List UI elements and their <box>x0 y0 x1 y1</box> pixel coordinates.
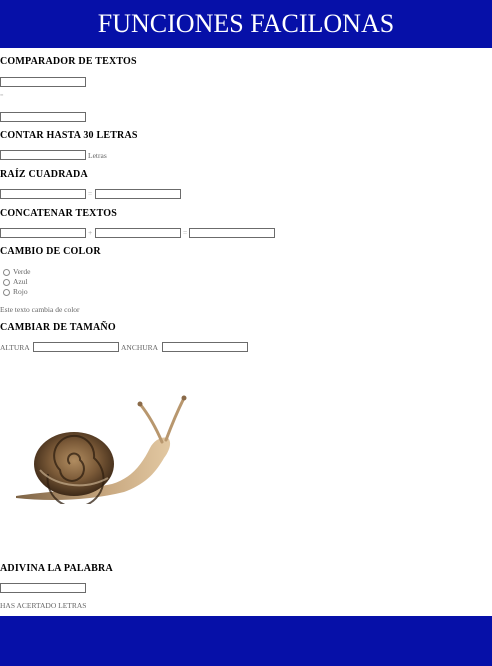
comparador-input-2[interactable] <box>0 112 86 122</box>
adivina-input[interactable] <box>0 583 86 593</box>
adivina-heading: ADIVINA LA PALABRA <box>0 563 113 574</box>
radio-icon[interactable] <box>3 288 10 296</box>
color-option-rojo[interactable]: Rojo <box>3 287 31 297</box>
contar-input[interactable] <box>0 150 86 160</box>
color-sample-text: Este texto cambia de color <box>0 305 80 314</box>
page-title: FUNCIONES FACILONAS <box>97 9 395 38</box>
comparador-input-1[interactable] <box>0 77 86 87</box>
contar-suffix: Letras <box>88 151 107 160</box>
page-footer <box>0 616 492 666</box>
radio-icon[interactable] <box>3 268 10 276</box>
raiz-input[interactable] <box>0 189 86 199</box>
tamano-heading: CAMBIAR DE TAMAÑO <box>0 322 116 333</box>
concatenar-input-2[interactable] <box>95 228 181 238</box>
raiz-equals: = <box>88 189 93 198</box>
concatenar-result[interactable] <box>189 228 275 238</box>
color-heading: CAMBIO DE COLOR <box>0 246 101 257</box>
comparador-separator: = <box>0 93 4 99</box>
adivina-result: HAS ACERTADO LETRAS <box>0 601 87 610</box>
color-option-azul[interactable]: Azul <box>3 277 31 287</box>
tamano-width-input[interactable] <box>162 342 248 352</box>
concatenar-equals: = <box>183 228 188 237</box>
page-header: FUNCIONES FACILONAS <box>0 0 492 48</box>
contar-heading: CONTAR HASTA 30 LETRAS <box>0 130 138 141</box>
raiz-heading: RAÍZ CUADRADA <box>0 169 88 180</box>
raiz-result[interactable] <box>95 189 181 199</box>
comparador-heading: COMPARADOR DE TEXTOS <box>0 56 137 67</box>
radio-icon[interactable] <box>3 278 10 286</box>
tamano-height-label: ALTURA <box>0 343 30 352</box>
concatenar-input-1[interactable] <box>0 228 86 238</box>
tamano-height-input[interactable] <box>33 342 119 352</box>
snail-image <box>16 395 187 504</box>
color-option-verde[interactable]: Verde <box>3 267 31 277</box>
tamano-width-label: ANCHURA <box>121 343 159 352</box>
concatenar-heading: CONCATENAR TEXTOS <box>0 208 118 219</box>
concatenar-plus: + <box>88 228 93 237</box>
